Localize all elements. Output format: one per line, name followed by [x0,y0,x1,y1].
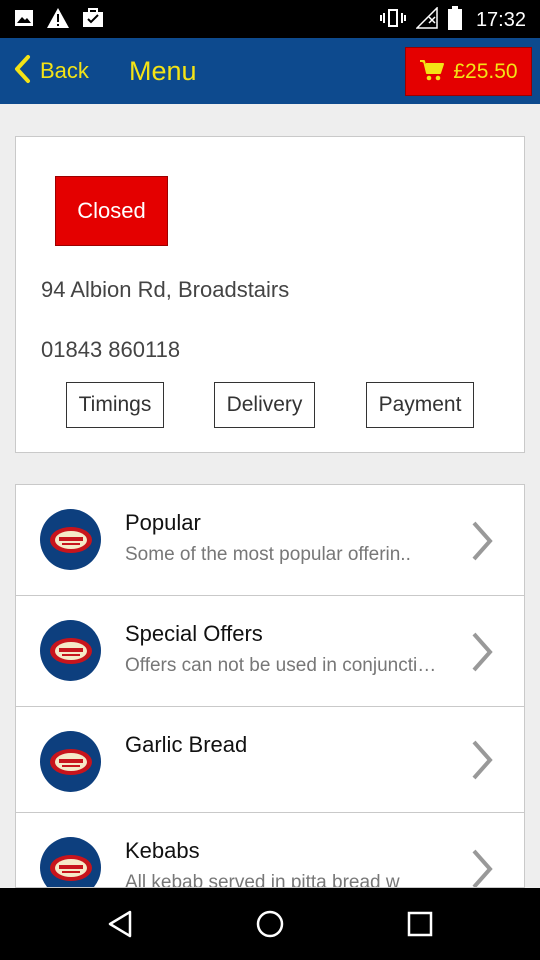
restaurant-logo-icon [40,731,101,792]
vibrate-icon [379,7,406,33]
category-row-popular[interactable]: Popular Some of the most popular offerin… [16,485,524,596]
category-row-special-offers[interactable]: Special Offers Offers can not be used in… [16,596,524,707]
category-title: Popular [125,510,201,535]
open-status-badge: Closed [55,176,168,246]
category-description: Some of the most popular offerin.. [125,544,411,565]
cart-button[interactable]: £25.50 [405,47,532,96]
category-description: All kebab served in pitta bread w [125,872,400,888]
menu-category-list: Popular Some of the most popular offerin… [15,484,525,888]
no-signal-icon [415,6,438,33]
category-title: Special Offers [125,621,263,646]
nav-home-icon[interactable] [250,906,290,942]
briefcase-check-icon [82,8,104,32]
shopping-cart-icon [419,58,445,86]
system-icons: 17:32 [379,6,526,34]
app-bar: Back Menu £25.50 [0,38,540,104]
delivery-button[interactable]: Delivery [214,382,315,428]
back-label: Back [40,58,89,83]
category-title: Garlic Bread [125,732,248,757]
restaurant-phone[interactable]: 01843 860118 [41,337,180,363]
restaurant-logo-icon [40,620,101,681]
page-title: Menu [129,56,197,86]
system-status-bar: 17:32 [0,0,540,38]
nav-recents-icon[interactable] [400,906,440,942]
system-navigation-bar [0,888,540,960]
clock: 17:32 [475,8,526,31]
notification-icons [14,7,104,33]
nav-back-icon[interactable] [100,906,140,942]
cart-total: £25.50 [453,59,518,83]
chevron-right-icon [468,847,496,887]
back-button[interactable]: Back [12,52,89,90]
chevron-left-icon [12,54,32,88]
restaurant-address: 94 Albion Rd, Broadstairs [41,277,290,302]
chevron-right-icon [468,738,496,786]
restaurant-logo-icon [40,837,101,887]
chevron-right-icon [468,630,496,678]
image-icon [14,8,34,32]
restaurant-logo-icon [40,509,101,570]
battery-icon [447,6,462,34]
restaurant-info-card: Closed 94 Albion Rd, Broadstairs 01843 8… [15,136,525,453]
category-row-garlic-bread[interactable]: Garlic Bread [16,707,524,813]
warning-icon [46,7,70,33]
category-row-kebabs[interactable]: Kebabs All kebab served in pitta bread w [16,813,524,888]
category-description: Offers can not be used in conjunction wi… [125,655,443,676]
payment-button[interactable]: Payment [366,382,474,428]
chevron-right-icon [468,519,496,567]
category-title: Kebabs [125,838,200,863]
timings-button[interactable]: Timings [66,382,164,428]
